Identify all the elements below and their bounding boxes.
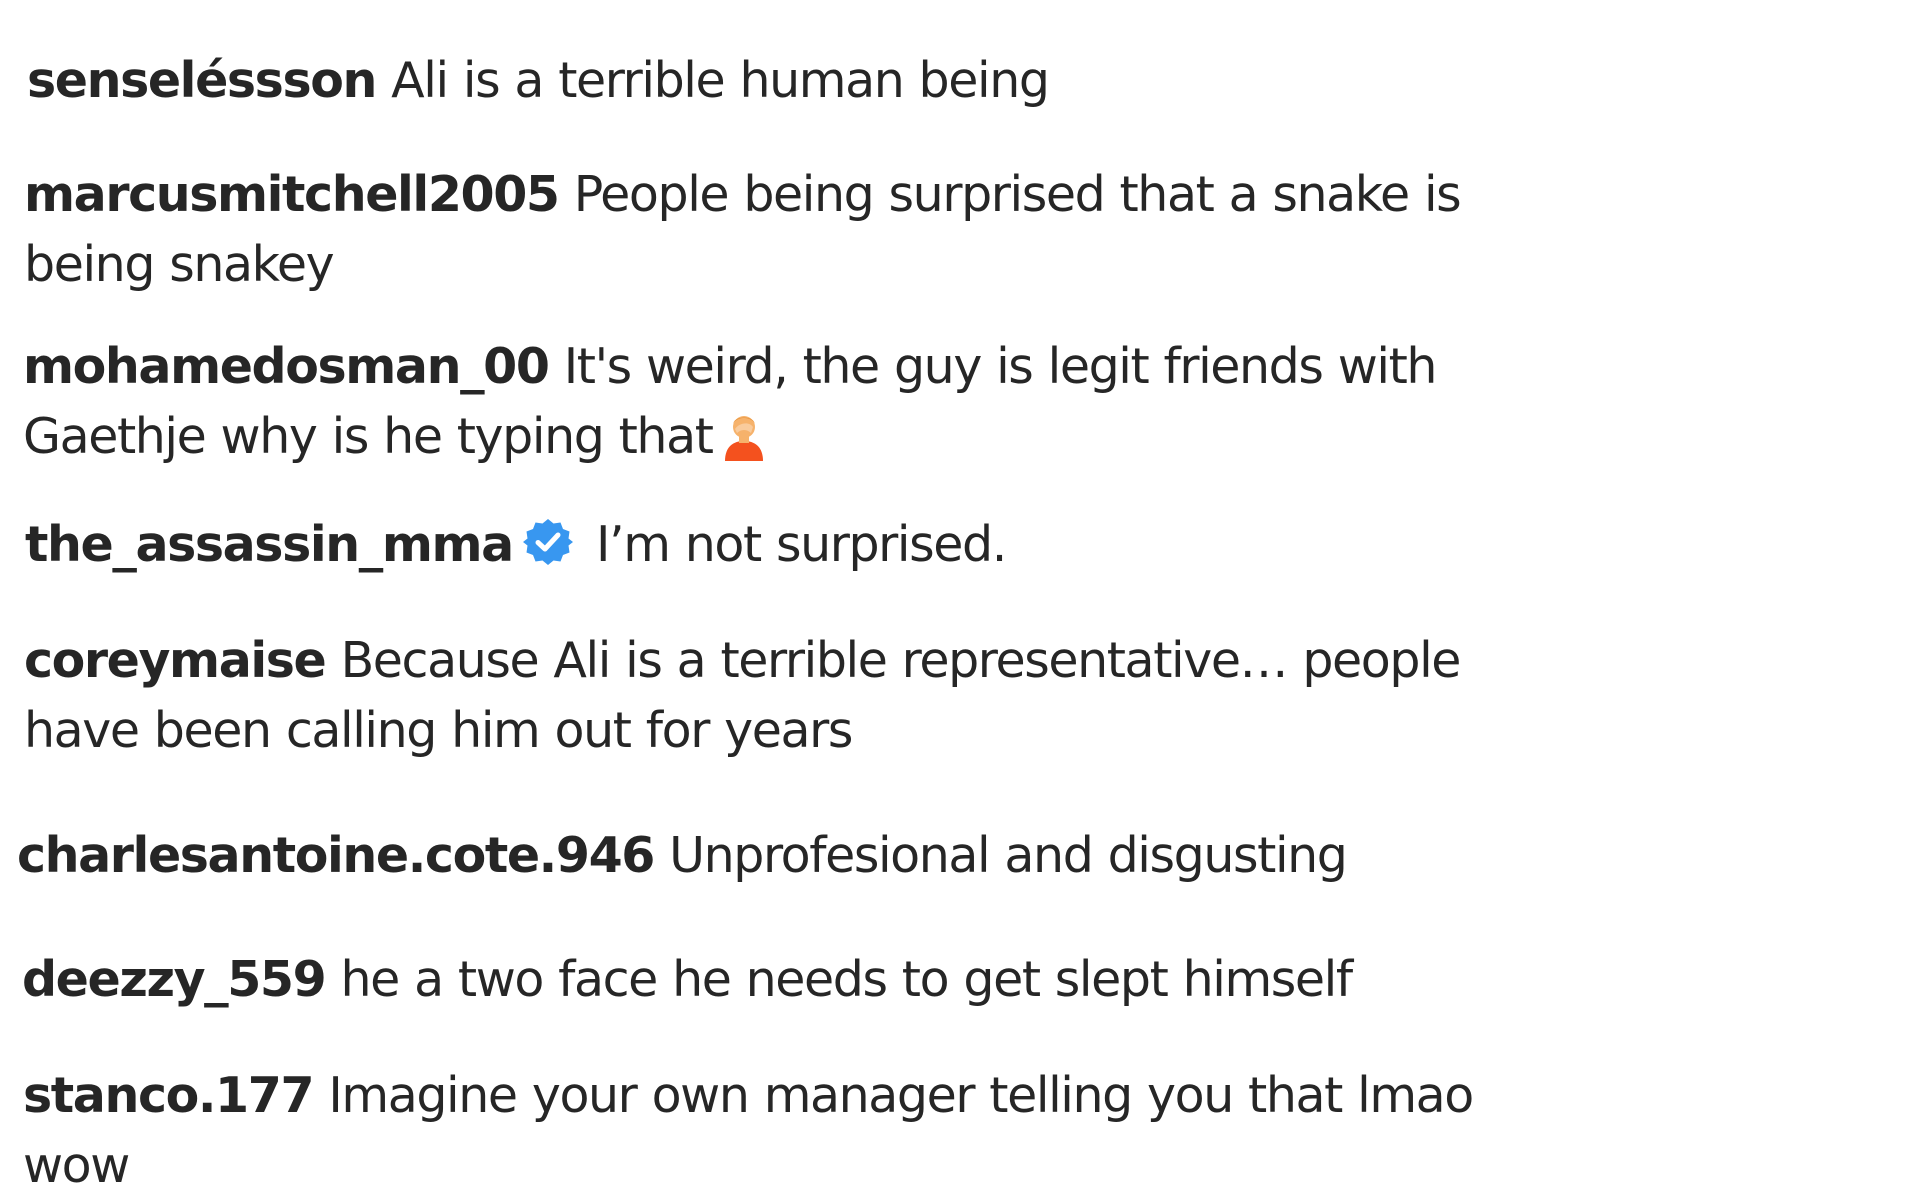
person-facepalming-icon	[721, 409, 767, 461]
comment-username[interactable]: marcusmitchell2005	[24, 166, 560, 223]
comment-username[interactable]: coreymaise	[24, 632, 327, 689]
comment-item: marcusmitchell2005 People being surprise…	[24, 160, 1524, 300]
comment-item: senseléssson Ali is a terrible human bei…	[27, 46, 1527, 116]
comment-username[interactable]: mohamedosman_00	[23, 338, 550, 395]
comment-item: coreymaise Because Ali is a terrible rep…	[24, 626, 1524, 766]
comment-username[interactable]: deezzy_559	[22, 951, 327, 1008]
comment-list: senseléssson Ali is a terrible human bei…	[0, 0, 1920, 1200]
comment-item: the_assassin_mma I’m not surprised.	[25, 510, 1525, 580]
comment-text: he a two face he needs to get slept hims…	[340, 951, 1354, 1008]
verified-badge-icon	[522, 516, 573, 566]
comment-item: mohamedosman_00 It's weird, the guy is l…	[23, 332, 1523, 472]
comment-text: Unprofesional and disgusting	[669, 827, 1348, 884]
comment-item: stanco.177 Imagine your own manager tell…	[23, 1061, 1523, 1201]
comment-item: charlesantoine.cote.946 Unprofesional an…	[17, 821, 1517, 891]
comment-text: Ali is a terrible human being	[391, 52, 1050, 109]
comment-text: I’m not surprised.	[595, 516, 1007, 573]
comment-username[interactable]: the_assassin_mma	[25, 516, 514, 573]
comment-username[interactable]: senseléssson	[27, 52, 377, 109]
comment-username[interactable]: stanco.177	[23, 1067, 315, 1124]
comment-username[interactable]: charlesantoine.cote.946	[17, 827, 655, 884]
comment-item: deezzy_559 he a two face he needs to get…	[22, 945, 1522, 1015]
